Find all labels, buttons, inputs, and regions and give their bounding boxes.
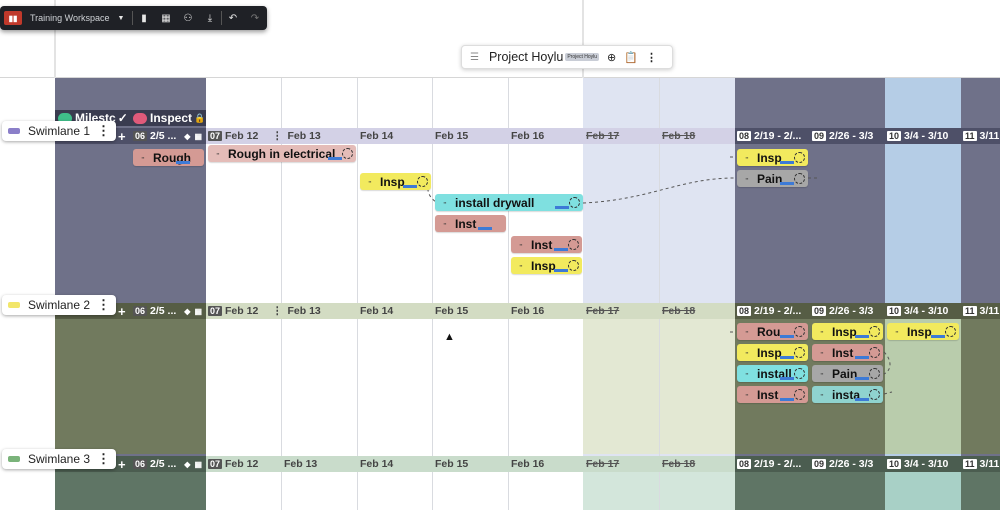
app-logo[interactable]: ▮▮ <box>4 11 22 25</box>
task-tag: ▪▪ <box>519 242 523 247</box>
task-tag: ▪▪ <box>895 329 899 334</box>
project-title: Project Hoylu <box>488 50 564 64</box>
task-card[interactable]: ▪▪ Inst <box>812 344 883 361</box>
task-card[interactable]: ▪▪ Inst <box>435 215 506 232</box>
task-card[interactable]: ▪▪ Inst <box>511 236 582 253</box>
task-tag: ▪▪ <box>141 155 145 160</box>
progress-icon <box>794 152 805 163</box>
clipboard-icon[interactable]: 📋 <box>624 51 638 64</box>
task-badge <box>780 335 794 338</box>
share-icon[interactable]: ⚇ <box>177 13 199 24</box>
task-badge <box>555 206 569 209</box>
task-tag: ▪▪ <box>820 392 824 397</box>
progress-icon <box>945 326 956 337</box>
progress-icon <box>569 197 580 208</box>
redo-icon[interactable]: ↷ <box>244 13 266 24</box>
task-badge <box>780 182 794 185</box>
progress-icon <box>869 389 880 400</box>
task-card[interactable]: ▪▪ Pain <box>737 170 808 187</box>
task-badge <box>855 356 869 359</box>
task-tag: ▪▪ <box>820 329 824 334</box>
task-tag: ▪▪ <box>745 176 749 181</box>
mouse-cursor-icon: ▲ <box>444 331 455 343</box>
progress-icon <box>342 148 353 159</box>
task-badge <box>554 248 568 251</box>
task-badge <box>403 185 417 188</box>
task-badge <box>780 398 794 401</box>
progress-icon <box>869 347 880 358</box>
download-icon[interactable]: ⤓ <box>199 13 221 24</box>
task-tag: ▪▪ <box>443 200 447 205</box>
task-tag: ▪▪ <box>745 155 749 160</box>
task-badge <box>931 335 945 338</box>
workspace-name[interactable]: Training Workspace <box>30 13 110 23</box>
progress-icon <box>869 368 880 379</box>
task-card[interactable]: ▪▪ Insp <box>887 323 959 340</box>
task-tag: ▪▪ <box>216 151 220 156</box>
task-tag: ▪▪ <box>745 350 749 355</box>
task-badge <box>328 157 342 160</box>
task-card[interactable]: ▪▪ install drywall <box>435 194 583 211</box>
progress-icon <box>794 326 805 337</box>
grid-icon[interactable]: ▦ <box>155 13 177 24</box>
task-badge <box>176 161 190 164</box>
task-badge <box>855 398 869 401</box>
chevron-down-icon[interactable]: ▼ <box>110 15 132 22</box>
task-card[interactable]: ▪▪ Insp <box>360 173 431 190</box>
task-card[interactable]: ▪▪ Insp <box>812 323 883 340</box>
task-badge <box>855 335 869 338</box>
task-card[interactable]: ▪▪ Rou <box>737 323 808 340</box>
undo-icon[interactable]: ↶ <box>222 13 244 24</box>
bookmark-icon[interactable]: ▮ <box>133 13 155 24</box>
progress-icon <box>417 176 428 187</box>
progress-icon <box>869 326 880 337</box>
task-card[interactable]: ▪▪ Insp <box>737 149 808 166</box>
kebab-icon[interactable]: ⋮ <box>646 51 657 64</box>
progress-icon <box>568 260 579 271</box>
task-card[interactable]: ▪▪ Insp <box>511 257 582 274</box>
task-badge <box>780 377 794 380</box>
progress-icon <box>794 347 805 358</box>
task-card[interactable]: ▪▪ Insp <box>737 344 808 361</box>
task-card[interactable]: ▪▪ Rough <box>133 149 204 166</box>
task-card[interactable]: ▪▪ insta <box>812 386 883 403</box>
task-tag: ▪▪ <box>519 263 523 268</box>
task-card[interactable]: ▪▪ install <box>737 365 808 382</box>
task-badge <box>554 269 568 272</box>
dependency-connectors <box>427 156 893 395</box>
task-tag: ▪▪ <box>820 350 824 355</box>
task-tag: ▪▪ <box>368 179 372 184</box>
add-circle-icon[interactable]: ⊕ <box>607 51 616 64</box>
task-card[interactable]: ▪▪ Pain <box>812 365 883 382</box>
task-tag: ▪▪ <box>745 329 749 334</box>
task-card[interactable]: ▪▪ Inst <box>737 386 808 403</box>
project-badge: Project Hoylu <box>565 53 600 61</box>
progress-icon <box>568 239 579 250</box>
task-badge <box>855 377 869 380</box>
progress-icon <box>794 389 805 400</box>
task-card[interactable]: ▪▪ Rough in electrical <box>208 145 356 162</box>
top-toolbar: ▮▮ Training Workspace ▼ ▮ ▦ ⚇ ⤓ ↶ ↷ <box>0 6 267 30</box>
task-tag: ▪▪ <box>745 371 749 376</box>
document-icon: ☰ <box>470 51 479 63</box>
task-badge <box>478 227 492 230</box>
task-tag: ▪▪ <box>820 371 824 376</box>
task-badge <box>780 161 794 164</box>
task-tag: ▪▪ <box>443 221 447 226</box>
task-badge <box>780 356 794 359</box>
task-tag: ▪▪ <box>745 392 749 397</box>
progress-icon <box>794 173 805 184</box>
progress-icon <box>794 368 805 379</box>
project-title-bar[interactable]: ☰ Project Hoylu Project Hoylu ⊕ 📋 ⋮ <box>461 45 673 69</box>
